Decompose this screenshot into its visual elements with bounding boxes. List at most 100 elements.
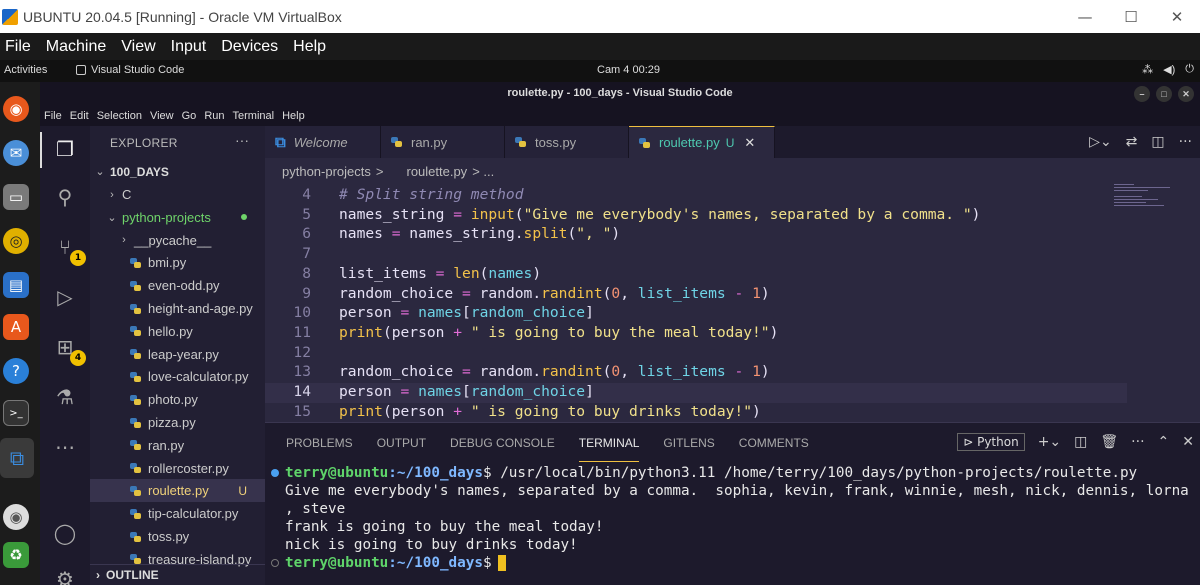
testing-icon[interactable]: ⚗ <box>52 384 78 410</box>
maximize-panel-icon[interactable]: ⌃ <box>1158 434 1170 450</box>
code-line[interactable]: 13 random_choice = random.randint(0, list… <box>265 363 1200 383</box>
terminal-shell-selector[interactable]: ⊳ Python <box>957 433 1025 451</box>
menu-devices[interactable]: Devices <box>216 38 285 56</box>
close-button[interactable]: ✕ <box>1154 0 1200 33</box>
terminal-icon[interactable]: >_ <box>3 400 29 426</box>
tree-file[interactable]: leap-year.py <box>90 343 265 366</box>
breadcrumb-more[interactable]: > ... <box>472 164 494 179</box>
panel-tab-output[interactable]: OUTPUT <box>377 424 426 462</box>
disc-icon[interactable]: ◉ <box>3 504 29 530</box>
explorer-icon[interactable]: ❐ <box>52 136 78 162</box>
source-control-icon[interactable]: ⑂ 1 <box>52 234 86 266</box>
tree-file[interactable]: pizza.py <box>90 411 265 434</box>
code-line[interactable]: 12 <box>265 344 1200 364</box>
app-menu[interactable]: Visual Studio Code <box>76 64 184 76</box>
panel-tab-problems[interactable]: PROBLEMS <box>286 424 353 462</box>
explorer-more-icon[interactable]: ··· <box>235 132 249 148</box>
menu-machine[interactable]: Machine <box>41 38 113 56</box>
tab-ran-py[interactable]: ran.py <box>381 126 505 158</box>
panel-tab-terminal[interactable]: TERMINAL <box>578 424 640 462</box>
workspace-root[interactable]: ⌄ 100_DAYS <box>90 160 265 183</box>
tree-file[interactable]: tip-calculator.py <box>90 502 265 525</box>
tree-file[interactable]: height-and-age.py <box>90 297 265 320</box>
breadcrumb-folder[interactable]: python-projects <box>282 164 371 179</box>
code-line[interactable]: 8 list_items = len(names) <box>265 265 1200 285</box>
code-line[interactable]: 15 print(person + " is going to buy drink… <box>265 403 1200 422</box>
tree-file[interactable]: hello.py <box>90 320 265 343</box>
tab-close-icon[interactable]: ✕ <box>744 135 755 151</box>
split-editor-icon[interactable]: ◫ <box>1151 134 1164 150</box>
vscode-menu-view[interactable]: View <box>146 110 178 122</box>
tree-file[interactable]: bmi.py <box>90 251 265 274</box>
vscode-menu-run[interactable]: Run <box>200 110 228 122</box>
menu-file[interactable]: File <box>0 38 38 56</box>
trash-icon[interactable]: ♻ <box>3 542 29 568</box>
tab-welcome[interactable]: ⧉ Welcome <box>265 126 381 158</box>
code-line[interactable]: 10 person = names[random_choice] <box>265 304 1200 324</box>
activities-button[interactable]: Activities <box>4 64 47 76</box>
kill-terminal-icon[interactable]: 🗑 <box>1100 434 1118 450</box>
thunderbird-icon[interactable]: ✉ <box>3 140 29 166</box>
clock[interactable]: Cam 4 00:29 <box>597 64 660 76</box>
vscode-menu-terminal[interactable]: Terminal <box>229 110 279 122</box>
vscode-maximize-button[interactable]: □ <box>1156 86 1172 102</box>
tree-folder[interactable]: › C <box>90 183 265 206</box>
software-icon[interactable]: A <box>3 314 29 340</box>
tree-file[interactable]: photo.py <box>90 388 265 411</box>
tree-folder[interactable]: ⌄ python-projects <box>90 206 265 229</box>
outline-section[interactable]: › OUTLINE <box>90 564 265 585</box>
panel-tab-comments[interactable]: COMMENTS <box>739 424 809 462</box>
tree-folder[interactable]: › __pycache__ <box>90 229 265 252</box>
system-tray[interactable]: ⁂ ◀) ⏻ <box>1142 63 1194 76</box>
code-line[interactable]: 7 <box>265 245 1200 265</box>
menu-help[interactable]: Help <box>288 38 333 56</box>
tree-file[interactable]: rollercoster.py <box>90 457 265 480</box>
help-icon[interactable]: ? <box>3 358 29 384</box>
maximize-button[interactable]: ☐ <box>1108 0 1154 33</box>
compare-changes-icon[interactable]: ⇄ <box>1126 134 1138 150</box>
extensions-icon[interactable]: ⊞ 4 <box>52 334 86 366</box>
settings-gear-icon[interactable]: ⚙ <box>52 566 78 585</box>
split-terminal-icon[interactable]: ◫ <box>1074 434 1087 450</box>
code-line[interactable]: 9 random_choice = random.randint(0, list_… <box>265 285 1200 305</box>
panel-tab-debug-console[interactable]: DEBUG CONSOLE <box>450 424 555 462</box>
menu-input[interactable]: Input <box>166 38 214 56</box>
menu-view[interactable]: View <box>116 38 162 56</box>
panel-tab-gitlens[interactable]: GITLENS <box>663 424 714 462</box>
code-line[interactable]: 6 names = names_string.split(", ") <box>265 225 1200 245</box>
vscode-menu-go[interactable]: Go <box>178 110 201 122</box>
more-icon[interactable]: ⋯ <box>52 434 78 460</box>
run-debug-icon[interactable]: ▷ <box>52 284 78 310</box>
close-panel-icon[interactable]: ✕ <box>1182 434 1194 450</box>
vscode-dock-icon[interactable]: ⧉ <box>0 438 34 478</box>
vscode-minimize-button[interactable]: – <box>1134 86 1150 102</box>
code-line[interactable]: 11 print(person + " is going to buy the m… <box>265 324 1200 344</box>
tree-file[interactable]: love-calculator.py <box>90 365 265 388</box>
search-icon[interactable]: ⚲ <box>52 184 78 210</box>
vscode-menu-help[interactable]: Help <box>278 110 309 122</box>
vscode-menu-edit[interactable]: Edit <box>66 110 93 122</box>
run-file-icon[interactable]: ▷⌄ <box>1089 134 1112 150</box>
editor-more-icon[interactable]: ··· <box>1179 134 1192 150</box>
code-line[interactable]: 14 person = names[random_choice] <box>265 383 1127 403</box>
terminal-command-line[interactable]: terry@ubuntu:~/100_days$ /usr/local/bin/… <box>271 465 1137 483</box>
code-line[interactable]: 5 names_string = input("Give me everybody… <box>265 206 1200 226</box>
new-terminal-icon[interactable]: +⌄ <box>1038 434 1061 450</box>
tree-file[interactable]: ran.py <box>90 434 265 457</box>
minimap[interactable] <box>1114 184 1174 214</box>
files-icon[interactable]: ▭ <box>3 184 29 210</box>
code-editor[interactable]: 4 # Split string method 5 names_string = in… <box>265 184 1200 422</box>
minimize-button[interactable]: — <box>1062 0 1108 33</box>
terminal-prompt-line[interactable]: terry@ubuntu:~/100_days$ <box>271 555 506 573</box>
account-icon[interactable]: ◯ <box>52 520 78 546</box>
panel-more-icon[interactable]: ··· <box>1131 434 1144 450</box>
vscode-menu-selection[interactable]: Selection <box>93 110 146 122</box>
breadcrumb-file[interactable]: roulette.py <box>406 164 467 179</box>
firefox-icon[interactable]: ◉ <box>3 96 29 122</box>
tab-roulette-py[interactable]: roulette.py U ✕ <box>629 126 775 158</box>
vscode-close-button[interactable]: ✕ <box>1178 86 1194 102</box>
tree-file[interactable]: toss.py <box>90 525 265 548</box>
code-line[interactable]: 4 # Split string method <box>265 186 1200 206</box>
tab-toss-py[interactable]: toss.py <box>505 126 629 158</box>
rhythmbox-icon[interactable]: ◎ <box>3 228 29 254</box>
